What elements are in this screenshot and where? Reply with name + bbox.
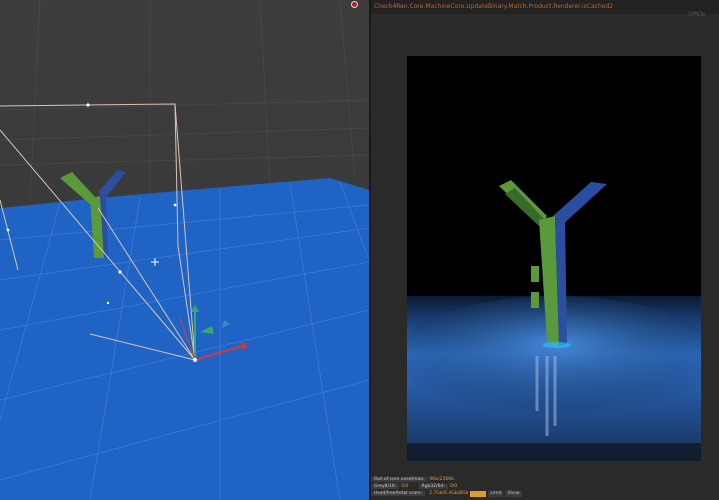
stat-label: Used/free/total vram:	[371, 491, 426, 496]
3d-viewport[interactable]	[0, 0, 369, 500]
render-image	[407, 56, 701, 461]
render-corner-label: OPEN	[688, 11, 705, 18]
light-icon[interactable]	[106, 301, 110, 305]
light-icon[interactable]	[118, 270, 122, 274]
stat-label: Rgb32/64:	[418, 484, 448, 489]
camera-target-point[interactable]	[86, 103, 90, 107]
toolbar-button[interactable]	[470, 490, 487, 497]
render-stats: Out-of-core used/max: 0Kb/256Kb Grey8/16…	[371, 476, 719, 497]
stat-value: 2.7Gb/6.4Gb/8Gb	[429, 491, 469, 496]
close-icon[interactable]	[351, 1, 358, 8]
stat-label: Out-of-core used/max:	[371, 477, 428, 482]
camera-handle[interactable]	[6, 228, 10, 232]
limit-button[interactable]: Limit	[488, 490, 504, 497]
render-status-header: Check4Ren.Core.MachineCore.UpdateBinary.…	[371, 0, 719, 14]
show-button[interactable]: Show	[505, 490, 522, 497]
stat-value: 0Kb/256Kb	[429, 477, 455, 482]
stat-value: 0/0	[449, 484, 458, 489]
render-bottom-bar	[407, 443, 701, 461]
stat-value: 0/0	[401, 484, 409, 489]
camera-handle[interactable]	[173, 203, 177, 207]
stat-label: Grey8/16:	[371, 484, 400, 489]
render-view-panel: Check4Ren.Core.MachineCore.UpdateBinary.…	[371, 0, 719, 500]
